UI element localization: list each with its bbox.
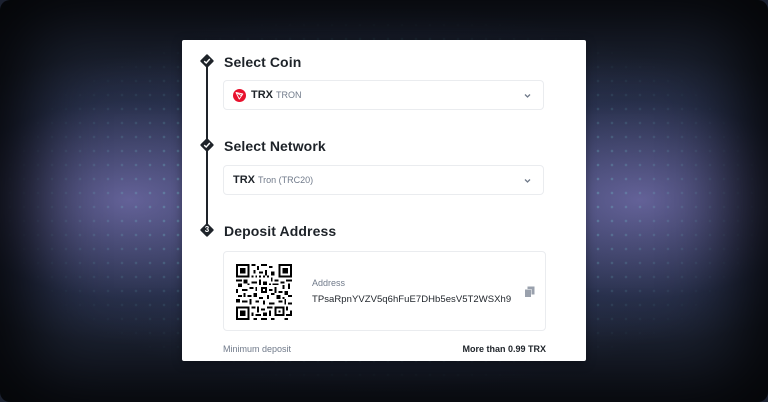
tron-icon bbox=[233, 89, 246, 102]
step-3-number-icon: 3 bbox=[199, 222, 215, 238]
minimum-deposit-value: More than 0.99 TRX bbox=[462, 344, 546, 354]
deposit-address-value[interactable]: TPsaRpnYVZV5q6hFuE7DHb5esV5T2WSXh9 bbox=[312, 294, 511, 305]
deposit-card: Select Coin TRX TRON Select Network TRX … bbox=[182, 40, 586, 361]
step-3-number: 3 bbox=[204, 225, 210, 234]
coin-select[interactable]: TRX TRON bbox=[223, 80, 544, 110]
minimum-deposit-label: Minimum deposit bbox=[223, 344, 292, 354]
step-title-deposit-address: Deposit Address bbox=[224, 223, 337, 239]
step-title-select-network: Select Network bbox=[224, 138, 326, 154]
qr-code bbox=[236, 264, 292, 320]
coin-name: TRON bbox=[276, 90, 302, 100]
copy-icon[interactable] bbox=[524, 286, 535, 298]
address-label: Address bbox=[312, 278, 346, 288]
coin-symbol: TRX bbox=[251, 89, 273, 101]
step-2-check-icon bbox=[199, 137, 215, 153]
chevron-down-icon bbox=[524, 179, 531, 183]
network-select[interactable]: TRX Tron (TRC20) bbox=[223, 165, 544, 195]
chevron-down-icon bbox=[524, 94, 531, 98]
step-title-select-coin: Select Coin bbox=[224, 54, 302, 70]
network-name: Tron (TRC20) bbox=[258, 175, 314, 185]
deposit-address-box: Address TPsaRpnYVZV5q6hFuE7DHb5esV5T2WSX… bbox=[223, 251, 546, 331]
step-1-check-icon bbox=[199, 53, 215, 69]
network-symbol: TRX bbox=[233, 174, 255, 186]
